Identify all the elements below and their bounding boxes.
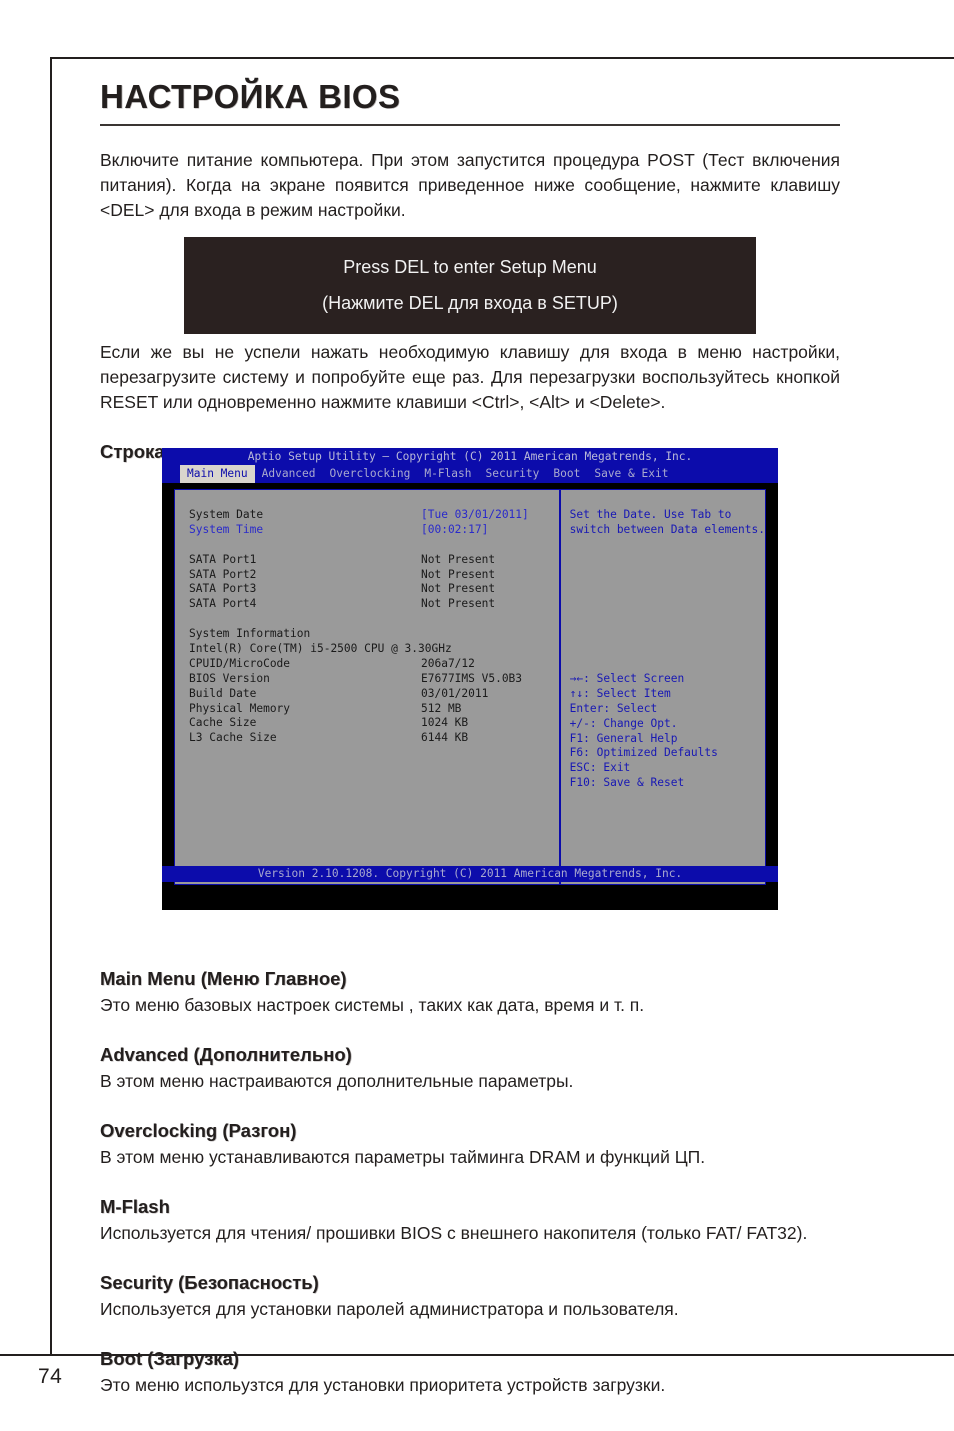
section-text: В этом меню настраиваются дополнительные… (100, 1071, 574, 1091)
retry-paragraph: Если же вы не успели нажать необходимую … (100, 342, 840, 412)
bios-row-value: 03/01/2011 (421, 686, 489, 700)
bios-row-label: SATA Port3 (189, 582, 257, 596)
bios-row-label: SATA Port1 (189, 552, 257, 566)
bios-tab-security[interactable]: Security (479, 465, 547, 483)
bios-tab-overclocking[interactable]: Overclocking (323, 465, 418, 483)
bios-row-label: System Date (189, 508, 264, 521)
bios-row[interactable]: SATA Port1 Not Present (189, 553, 559, 568)
bios-row-spacer (189, 612, 559, 627)
bios-row-label: Physical Memory (189, 701, 291, 715)
bios-row[interactable]: SATA Port3 Not Present (189, 582, 559, 597)
bios-row-label: Cache Size (189, 716, 257, 730)
bios-row[interactable]: System Time [00:02:17] (189, 523, 559, 538)
bios-tabbar: Main Menu Advanced Overclocking M-Flash Secu… (162, 465, 778, 483)
section-text: Это меню испольузтся для установки приор… (100, 1375, 666, 1395)
section-text: Это меню базовых настроек системы , таки… (100, 995, 645, 1015)
bios-key-legend-line: ↑↓: Select Item (569, 686, 671, 700)
bios-row-spacer (189, 538, 559, 553)
post-message-box: Press DEL to enter Setup Menu (Нажмите D… (184, 237, 756, 334)
page-border-top (50, 57, 954, 59)
bios-row-value: Not Present (421, 567, 496, 581)
bios-body: System Date [Tue 03/01/2011] System Time [0… (162, 483, 778, 892)
bios-key-legend-line: +/-: Change Opt. (569, 716, 678, 730)
bios-key-legend-line: →←: Select Screen (569, 672, 685, 685)
sections-container: Main Menu (Меню Главное) Это меню базовых… (100, 968, 840, 1398)
section-heading: Main Menu (Меню Главное) (100, 968, 347, 989)
section-heading: Security (Безопасность) (100, 1272, 319, 1293)
bios-row-label: System Time (189, 522, 264, 536)
bios-row-value: 206a7/12 (421, 656, 475, 670)
bios-row-value: 1024 KB (421, 716, 469, 730)
bios-row-value: 512 MB (421, 701, 462, 715)
post-message-line-en: Press DEL to enter Setup Menu (343, 257, 597, 277)
bios-row-label: L3 Cache Size (189, 731, 277, 745)
bios-row-label: Build Date (189, 686, 257, 700)
bios-help-line: Set the Date. Use Tab to (569, 508, 732, 521)
section-heading: M-Flash (100, 1196, 170, 1217)
bios-row-value: [00:02:17] (421, 522, 489, 536)
bios-row-value: [Tue 03/01/2011] (421, 508, 529, 521)
bios-row[interactable]: SATA Port4 Not Present (189, 597, 559, 612)
bios-row-label: CPUID/MicroCode (189, 656, 291, 670)
bios-panel: System Date [Tue 03/01/2011] System Time [0… (174, 489, 766, 885)
bios-row-value: Not Present (421, 597, 496, 611)
bios-row-value: Not Present (421, 582, 496, 596)
bios-row[interactable]: L3 Cache Size 6144 KB (189, 731, 559, 746)
bios-key-legend-line: ESC: Exit (569, 761, 631, 775)
page-border-left (50, 57, 52, 1354)
bios-row[interactable]: System Information (189, 627, 559, 642)
bios-row-label: SATA Port4 (189, 597, 257, 611)
section-text: Используется для чтения/ прошивки BIOS с… (100, 1223, 808, 1243)
bios-tab-boot[interactable]: Boot (546, 465, 587, 483)
bios-row[interactable]: BIOS Version E7677IMS V5.0B3 (189, 672, 559, 687)
page-title: НАСТРОЙКА BIOS (100, 78, 401, 115)
bios-tab-advanced[interactable]: Advanced (255, 465, 323, 483)
bios-help-panel: Set the Date. Use Tab to switch between D… (561, 490, 765, 884)
bios-footer: Version 2.10.1208. Copyright (C) 2011 Am… (162, 866, 778, 882)
bios-row[interactable]: Cache Size 1024 KB (189, 716, 559, 731)
bios-key-legend: →←: Select Screen ↑↓: Select Item Enter: S… (570, 672, 761, 791)
bios-key-legend-line: F1: General Help (569, 731, 678, 745)
bios-row-value: E7677IMS V5.0B3 (421, 671, 523, 685)
bios-tab-save-exit[interactable]: Save & Exit (587, 465, 675, 483)
bios-row[interactable]: Physical Memory 512 MB (189, 702, 559, 717)
bios-row[interactable]: Intel(R) Core(TM) i5-2500 CPU @ 3.30GHz (189, 642, 559, 657)
bios-row-label: BIOS Version (189, 671, 270, 685)
bios-key-legend-line: F10: Save & Reset (569, 776, 685, 790)
post-message-line-ru: (Нажмите DEL для входа в SETUP) (322, 293, 618, 313)
section-heading: Boot (Загрузка) (100, 1348, 240, 1369)
bios-row[interactable]: Build Date 03/01/2011 (189, 687, 559, 702)
bios-help-line: switch between Data elements. (569, 522, 765, 536)
bios-tab-main-menu[interactable]: Main Menu (180, 465, 255, 483)
bios-row-label: System Information (189, 627, 311, 641)
bios-row-label: Intel(R) Core(TM) i5-2500 CPU @ 3.30GHz (189, 642, 452, 656)
section-text: Используется для установки паролей админ… (100, 1299, 679, 1319)
bios-row-value: Not Present (421, 552, 496, 566)
bios-titlebar: Aptio Setup Utility – Copyright (C) 2011… (162, 448, 778, 465)
bios-tab-m-flash[interactable]: M-Flash (417, 465, 478, 483)
intro-paragraph: Включите питание компьютера. При этом за… (100, 150, 840, 220)
section-heading: Overclocking (Разгон) (100, 1120, 297, 1141)
bios-row[interactable]: CPUID/MicroCode 206a7/12 (189, 657, 559, 672)
title-divider (100, 124, 840, 126)
section-heading: Advanced (Дополнительно) (100, 1044, 352, 1065)
bios-key-legend-line: Enter: Select (569, 701, 658, 715)
bios-key-legend-line: F6: Optimized Defaults (569, 746, 718, 760)
page-number: 74 (38, 1365, 63, 1388)
bios-help-text: Set the Date. Use Tab to switch between D… (570, 508, 765, 538)
bios-row-value: 6144 KB (421, 731, 469, 745)
bios-row[interactable]: System Date [Tue 03/01/2011] (189, 508, 559, 523)
bios-settings-list: System Date [Tue 03/01/2011] System Time [0… (175, 490, 559, 884)
section-text: В этом меню устанавливаются параметры та… (100, 1147, 706, 1167)
bios-row[interactable]: SATA Port2 Not Present (189, 568, 559, 583)
bios-screenshot: Aptio Setup Utility – Copyright (C) 2011… (162, 448, 778, 910)
bios-row-label: SATA Port2 (189, 567, 257, 581)
